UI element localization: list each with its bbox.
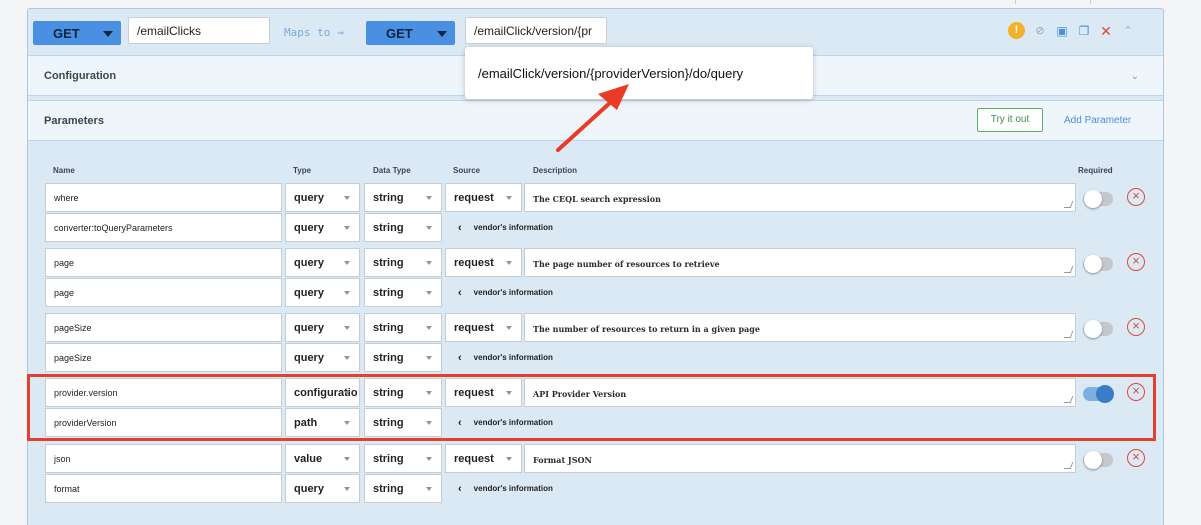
annotation-arrow bbox=[556, 84, 629, 152]
